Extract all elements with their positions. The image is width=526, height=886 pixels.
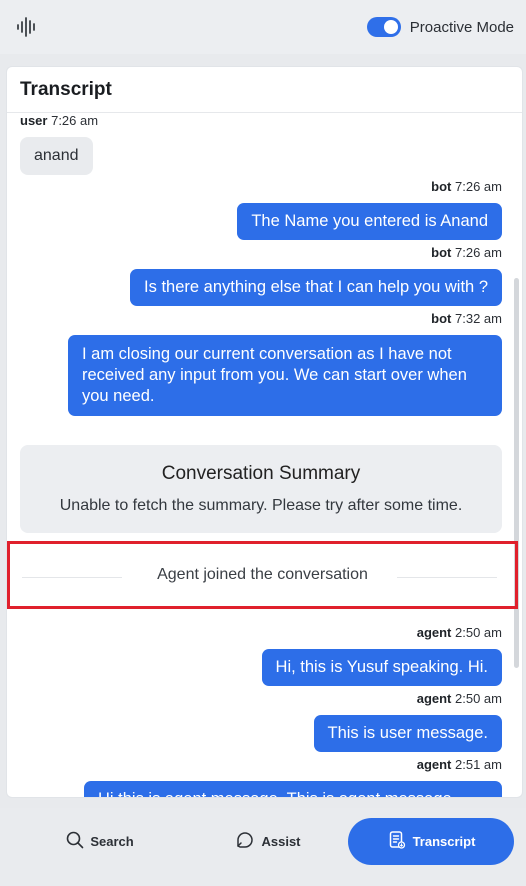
waveform-icon[interactable] <box>16 15 40 39</box>
summary-title: Conversation Summary <box>161 463 361 484</box>
search-nav-button[interactable]: Search <box>50 818 150 865</box>
assist-nav-button[interactable]: Assist <box>218 818 318 865</box>
transcript-document-icon <box>387 830 407 853</box>
message-time: 2:50 am <box>455 691 502 706</box>
divider <box>22 577 122 578</box>
message-meta: agent 2:50 am <box>417 625 502 640</box>
message-time: 7:26 am <box>455 245 502 260</box>
message-time: 7:32 am <box>455 311 502 326</box>
agent-message-bubble: This is user message. <box>313 715 502 752</box>
bot-message-bubble: I am closing our current conversation as… <box>68 335 502 416</box>
bottom-navigation: Search Assist Transcript <box>0 808 526 886</box>
transcript-panel: Transcript user 7:26 am anand bot 7:26 a… <box>6 66 523 798</box>
conversation-summary: Conversation Summary Unable to fetch the… <box>20 445 502 533</box>
message-sender: bot <box>431 179 452 194</box>
message-sender: agent <box>416 757 452 772</box>
message-meta: bot 7:26 am <box>431 245 502 260</box>
user-message-bubble: anand <box>20 137 93 175</box>
bot-message-bubble: Is there anything else that I can help y… <box>130 269 502 306</box>
message-meta: bot 7:32 am <box>431 311 502 326</box>
assist-nav-label: Assist <box>261 834 301 849</box>
divider <box>397 577 497 578</box>
message-sender: agent <box>416 625 452 640</box>
toggle-knob <box>383 20 398 34</box>
transcript-nav-button[interactable]: Transcript <box>348 818 514 865</box>
message-sender: user <box>20 113 48 128</box>
message-meta: bot 7:26 am <box>431 179 502 194</box>
message-meta: user 7:26 am <box>20 113 98 128</box>
message-meta: agent 2:51 am <box>417 757 502 772</box>
top-bar: Proactive Mode <box>0 0 526 54</box>
agent-joined-text: Agent joined the conversation <box>157 566 368 583</box>
bot-message-bubble: The Name you entered is Anand <box>237 203 502 240</box>
search-icon <box>66 831 84 852</box>
scrollbar-thumb[interactable] <box>514 278 519 668</box>
agent-joined-event: Agent joined the conversation <box>7 541 518 609</box>
message-meta: agent 2:50 am <box>417 691 502 706</box>
transcript-header: Transcript <box>7 67 522 113</box>
message-sender: agent <box>416 691 452 706</box>
search-nav-label: Search <box>90 834 134 849</box>
agent-message-bubble: Hi, this is Yusuf speaking. Hi. <box>261 649 502 686</box>
agent-message-bubble: Hi this is agent message. This is agent … <box>84 781 502 797</box>
proactive-mode-control: Proactive Mode <box>366 17 514 37</box>
message-time: 2:50 am <box>455 625 502 640</box>
transcript-title: Transcript <box>20 78 112 100</box>
summary-text: Unable to fetch the summary. Please try … <box>59 497 463 514</box>
message-time: 2:51 am <box>455 757 502 772</box>
message-time: 7:26 am <box>51 113 99 128</box>
proactive-mode-label: Proactive Mode <box>409 18 514 36</box>
proactive-mode-toggle[interactable] <box>366 17 401 37</box>
transcript-nav-label: Transcript <box>412 834 476 849</box>
message-sender: bot <box>431 311 452 326</box>
transcript-scroll-area[interactable]: user 7:26 am anand bot 7:26 am The Name … <box>7 113 522 797</box>
message-sender: bot <box>431 245 452 260</box>
assist-chat-icon <box>235 830 255 853</box>
message-time: 7:26 am <box>455 179 502 194</box>
